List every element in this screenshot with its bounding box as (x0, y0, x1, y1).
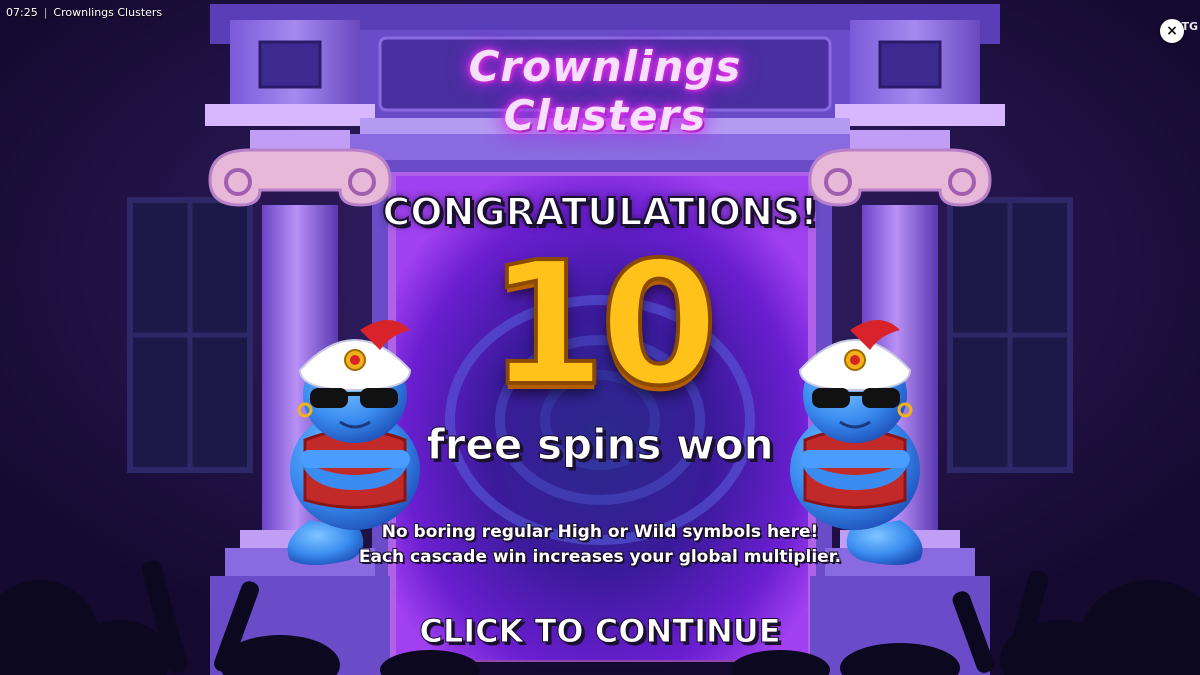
click-to-continue-button[interactable]: CLICK TO CONTINUE (380, 612, 820, 651)
free-spins-label: free spins won (426, 420, 774, 470)
feature-info-line-1: No boring regular High or Wild symbols h… (381, 522, 819, 542)
window-title: Crownlings Clusters (53, 5, 163, 19)
close-button[interactable]: × (1160, 19, 1184, 43)
window-title-bar: 07:25 | Crownlings Clusters (6, 4, 162, 20)
title-separator: | (43, 5, 48, 19)
clock-time: 07:25 (6, 5, 38, 19)
feature-info-line-2: Each cascade win increases your global m… (358, 547, 842, 567)
free-spins-count: 10 (486, 224, 721, 426)
feature-info-text: No boring regular High or Wild symbols h… (330, 520, 870, 570)
game-logo-title: Crownlings Clusters (468, 42, 742, 140)
close-icon: × (1166, 23, 1178, 39)
